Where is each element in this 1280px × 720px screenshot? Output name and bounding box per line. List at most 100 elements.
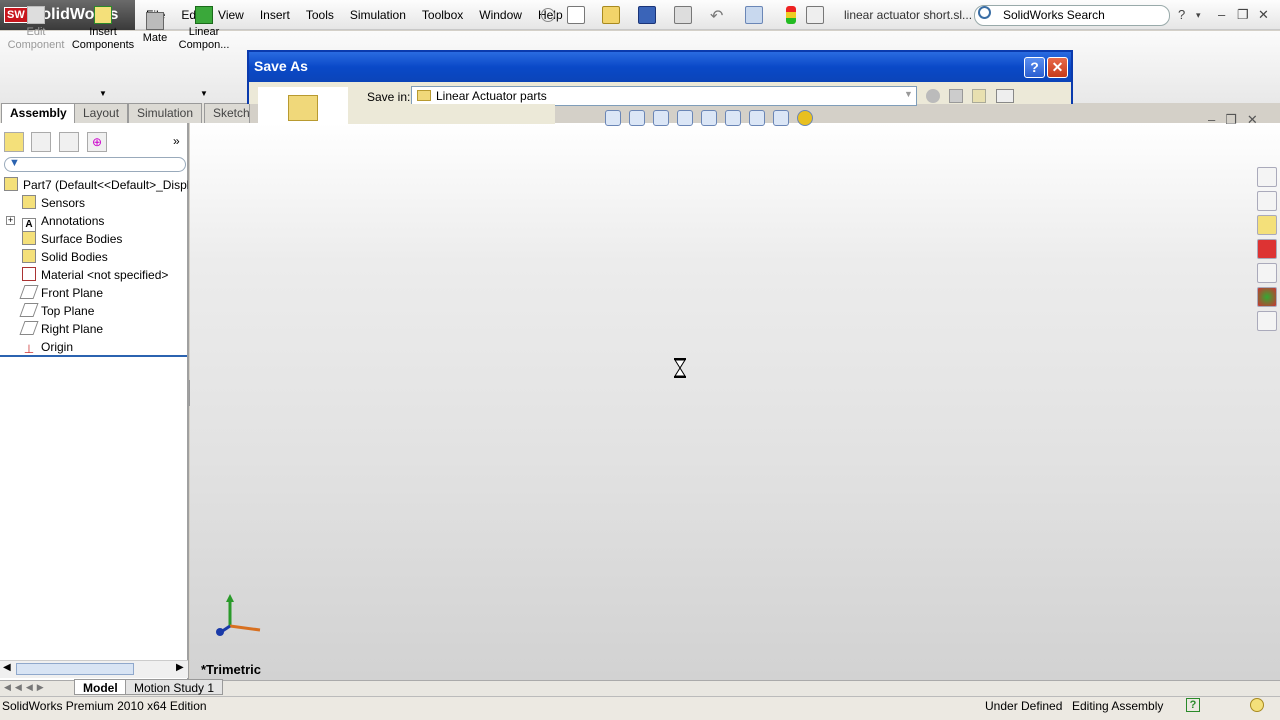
tree-item-right-plane[interactable]: Right Plane (19, 320, 104, 338)
mate-label: Mate (142, 32, 168, 44)
tree-filter-input[interactable] (4, 157, 186, 172)
dimxpert-tab-icon[interactable]: ⊕ (87, 132, 107, 152)
plane-icon (19, 285, 39, 299)
file-explorer-icon[interactable] (1257, 215, 1277, 235)
scroll-left-icon[interactable]: ◀ (3, 662, 11, 673)
surface-bodies-icon (22, 231, 36, 245)
tab-motion-study[interactable]: Motion Study 1 (125, 679, 224, 695)
dialog-lower-region (348, 104, 555, 124)
tree-item-top-plane[interactable]: Top Plane (19, 302, 94, 320)
up-folder-icon[interactable] (949, 89, 963, 103)
display-style-icon[interactable] (725, 110, 741, 126)
menu-insert[interactable]: Insert (260, 8, 290, 22)
coordinate-triad-icon (216, 594, 261, 636)
tab-simulation[interactable]: Simulation (128, 103, 203, 123)
linear-pattern-button[interactable]: Linear Compon... (168, 6, 240, 52)
custom-properties-icon[interactable] (1257, 311, 1277, 331)
tree-item-label: Origin (41, 340, 74, 354)
linear-pattern-dropdown-icon[interactable]: ▼ (200, 89, 208, 98)
tree-item-label: Solid Bodies (41, 250, 108, 264)
feature-manager-tab-icon[interactable] (4, 132, 24, 152)
menu-toolbox[interactable]: Toolbox (422, 8, 463, 22)
tree-item-surface-bodies[interactable]: Surface Bodies (22, 230, 122, 248)
scroll-thumb[interactable] (16, 663, 134, 675)
previous-view-icon[interactable] (653, 110, 669, 126)
property-manager-tab-icon[interactable] (31, 132, 51, 152)
tree-item-material[interactable]: Material <not specified> (22, 266, 168, 284)
save-in-dropdown[interactable]: Linear Actuator parts (411, 86, 917, 106)
save-in-label: Save in: (367, 90, 411, 104)
tab-model[interactable]: Model (74, 679, 127, 695)
view-menu-icon[interactable] (996, 89, 1014, 103)
solidworks-resources-icon[interactable] (1257, 167, 1277, 187)
help-icon[interactable]: ? (1178, 7, 1185, 22)
menu-simulation[interactable]: Simulation (350, 8, 406, 22)
back-icon[interactable] (926, 89, 940, 103)
edition-text: SolidWorks Premium 2010 x64 Edition (2, 699, 207, 713)
edit-appearance-icon[interactable] (773, 110, 789, 126)
pin-icon[interactable] (541, 8, 555, 22)
tab-nav-arrows-icon[interactable]: ◀◀◀▶ (4, 682, 48, 693)
zoom-to-area-icon[interactable] (629, 110, 645, 126)
quick-tips-icon[interactable]: ? (1186, 698, 1200, 712)
expand-annotations-icon[interactable]: + (6, 216, 15, 225)
menu-window[interactable]: Window (479, 8, 522, 22)
minimize-app-icon[interactable]: – (1218, 7, 1225, 22)
graphics-window-controls[interactable]: –❐✕ (1208, 112, 1268, 128)
menu-tools[interactable]: Tools (306, 8, 334, 22)
graphics-area[interactable] (190, 123, 1280, 680)
view-palette-icon[interactable] (1257, 263, 1277, 283)
undo-icon[interactable]: ↶ (710, 6, 728, 25)
restore-app-icon[interactable]: ❐ (1237, 7, 1249, 23)
close-app-icon[interactable]: ✕ (1258, 7, 1269, 23)
dialog-help-button[interactable]: ? (1024, 57, 1045, 78)
recent-folder-icon[interactable] (288, 95, 318, 121)
dialog-title: Save As (249, 52, 1071, 82)
section-view-icon[interactable] (677, 110, 693, 126)
tree-item-label: Right Plane (41, 322, 104, 336)
help-dropdown-icon[interactable]: ▾ (1196, 10, 1201, 21)
tab-assembly[interactable]: Assembly (1, 103, 76, 123)
search-results-icon[interactable] (1257, 239, 1277, 259)
places-bar (258, 87, 348, 124)
new-folder-icon[interactable] (972, 89, 986, 103)
linear-pattern-label: Linear Compon... (178, 26, 230, 51)
rollback-bar[interactable] (0, 355, 187, 357)
tree-root-part[interactable]: Part7 (Default<<Default>_Displa (4, 176, 188, 194)
rebuild-traffic-light-icon[interactable] (786, 6, 796, 24)
rebuild-status-icon[interactable] (1250, 698, 1264, 712)
save-in-dropdown-arrow-icon[interactable]: ▼ (904, 89, 913, 99)
tab-sketch[interactable]: Sketch (204, 103, 250, 123)
search-input[interactable]: SolidWorks Search (974, 5, 1170, 26)
select-arrow-icon[interactable] (745, 6, 763, 24)
tree-item-annotations[interactable]: A Annotations (22, 212, 104, 232)
scroll-right-icon[interactable]: ▶ (176, 662, 184, 673)
view-orientation-icon[interactable] (701, 110, 717, 126)
edit-component-button[interactable]: Edit Component (0, 6, 72, 52)
linear-pattern-icon (195, 6, 213, 24)
tree-item-label: Annotations (41, 214, 105, 228)
tree-item-front-plane[interactable]: Front Plane (19, 284, 103, 302)
tree-item-sensors[interactable]: Sensors (22, 194, 85, 212)
sensors-icon (22, 195, 36, 209)
expand-pane-icon[interactable]: » (173, 134, 180, 148)
print-icon[interactable] (674, 6, 692, 24)
insert-components-icon (94, 6, 112, 24)
search-icon[interactable] (978, 6, 991, 19)
configuration-manager-tab-icon[interactable] (59, 132, 79, 152)
options-icon[interactable] (806, 6, 824, 24)
open-folder-icon[interactable] (602, 6, 620, 24)
new-document-icon[interactable] (567, 6, 585, 24)
appearances-icon[interactable] (1257, 287, 1277, 307)
heads-up-view-toolbar (605, 110, 813, 126)
zoom-to-fit-icon[interactable] (605, 110, 621, 126)
insert-components-dropdown-icon[interactable]: ▼ (99, 89, 107, 98)
save-icon[interactable] (638, 6, 656, 24)
apply-scene-icon[interactable] (797, 110, 813, 126)
hide-show-items-icon[interactable] (749, 110, 765, 126)
material-icon (22, 267, 36, 281)
tree-item-solid-bodies[interactable]: Solid Bodies (22, 248, 108, 266)
dialog-close-button[interactable]: ✕ (1047, 57, 1068, 78)
tab-layout[interactable]: Layout (74, 103, 129, 123)
design-library-icon[interactable] (1257, 191, 1277, 211)
